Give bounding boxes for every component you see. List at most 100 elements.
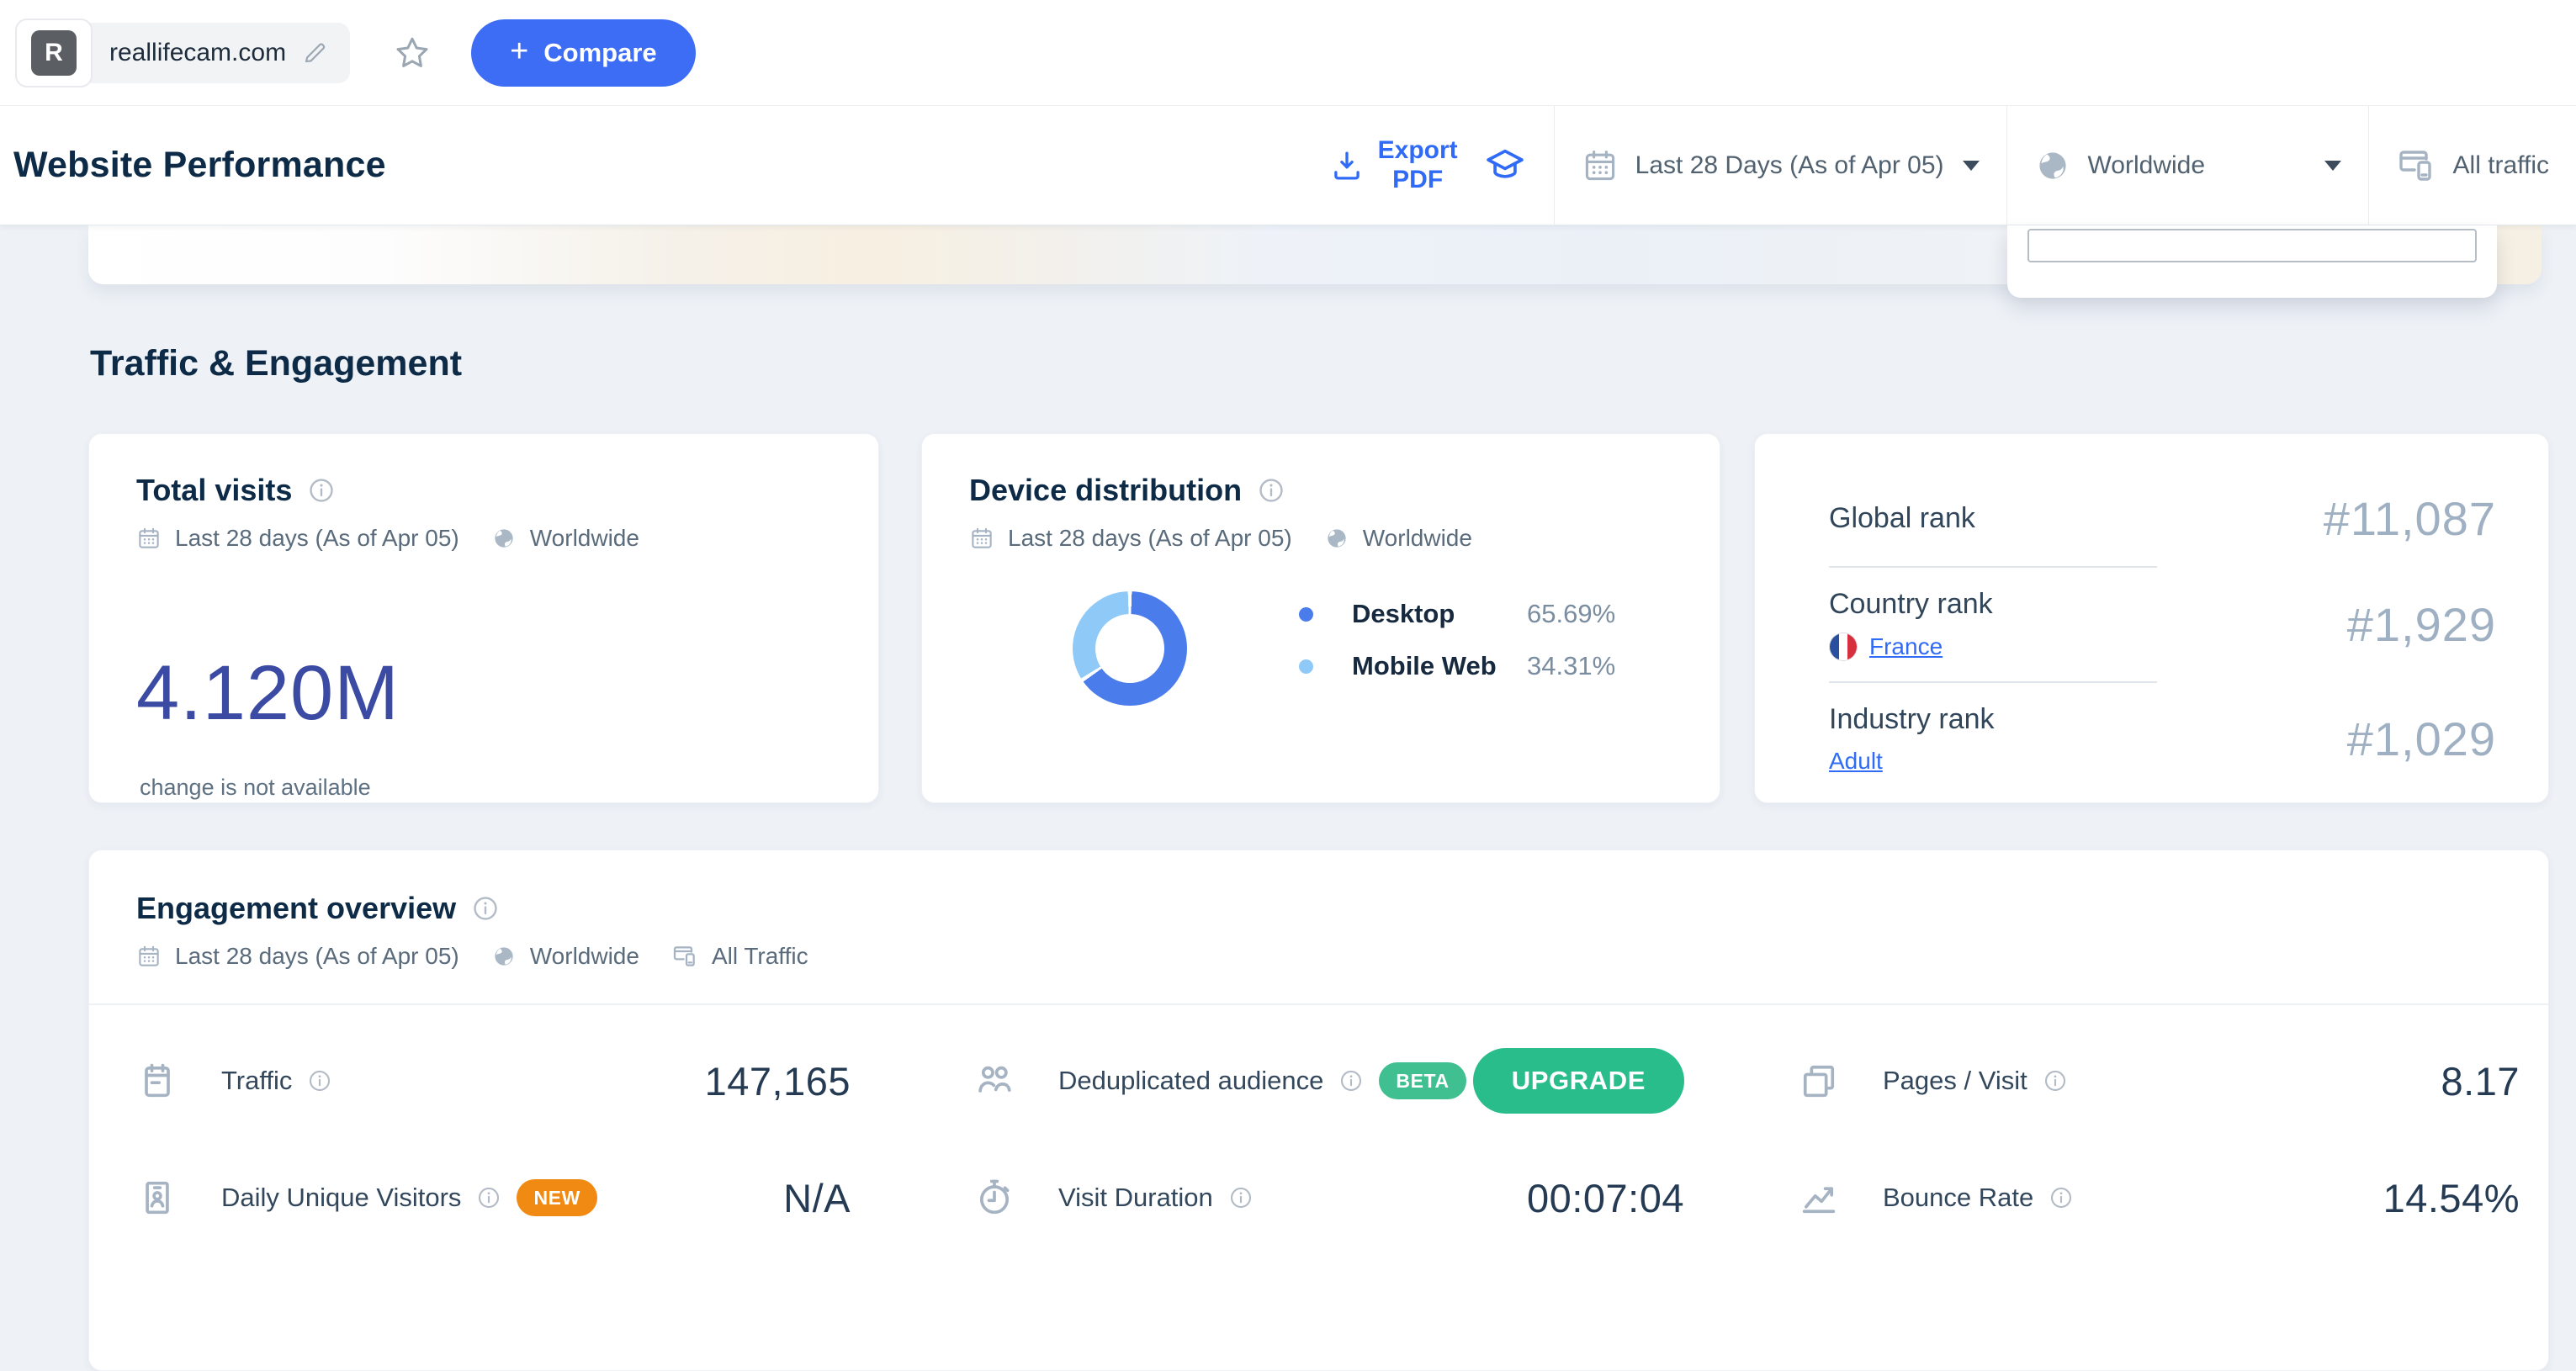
- card-region: Worldwide: [1362, 525, 1472, 551]
- export-pdf-button[interactable]: Export PDF: [1329, 136, 1458, 194]
- metric-visit-duration: Visit Duration 00:07:04: [973, 1164, 1684, 1231]
- global-rank-value: #11,087: [2323, 492, 2496, 545]
- date-range-filter[interactable]: Last 28 Days (As of Apr 05): [1553, 106, 2006, 225]
- metric-daily-unique-visitors: Daily Unique Visitors NEW N/A: [135, 1164, 851, 1231]
- metric-bounce-rate: Bounce Rate 14.54%: [1797, 1164, 2520, 1231]
- info-icon[interactable]: [1228, 1185, 1254, 1210]
- legend-value: 65.69%: [1527, 599, 1616, 628]
- date-dropdown-input[interactable]: [2027, 229, 2477, 262]
- rank-label: Country rank: [1829, 588, 1993, 620]
- total-visits-value: 4.120M: [136, 650, 400, 736]
- info-icon[interactable]: [2049, 1185, 2074, 1210]
- rank-label: Global rank: [1829, 502, 1975, 534]
- info-icon[interactable]: [471, 894, 500, 923]
- stopwatch-icon: [979, 1179, 1010, 1215]
- info-icon[interactable]: [307, 1068, 332, 1093]
- traffic-filter-value: All traffic: [2452, 151, 2549, 179]
- country-link[interactable]: France: [1869, 633, 1943, 660]
- card-traffic-scope: All Traffic: [711, 943, 808, 969]
- calendar-icon: [1585, 150, 1614, 180]
- country-rank-value: #1,929: [2346, 598, 2496, 651]
- all-traffic-icon: [2398, 150, 2431, 181]
- site-favicon-letter: R: [31, 29, 77, 76]
- users-icon: [978, 1066, 1011, 1093]
- topbar: R reallifecam.com + Compare: [0, 0, 2576, 106]
- industry-rank-row: Industry rank Adult #1,029: [1829, 683, 2496, 795]
- edit-icon[interactable]: [301, 40, 328, 66]
- site-favicon: R: [15, 18, 93, 87]
- rank-label: Industry rank: [1829, 703, 1995, 735]
- rank-card: Global rank #11,087 Country rank France …: [1754, 433, 2549, 803]
- info-icon[interactable]: [1338, 1068, 1364, 1093]
- desktop-dot: [1299, 606, 1313, 622]
- bounce-rate-icon: [1802, 1187, 1836, 1214]
- legend-row-mobile: Mobile Web 34.31%: [1299, 651, 1615, 681]
- date-dropdown-panel: [2007, 225, 2497, 298]
- metric-pages-per-visit: Pages / Visit 8.17: [1797, 1047, 2520, 1114]
- bounce-rate-value: 14.54%: [2383, 1175, 2520, 1220]
- card-region: Worldwide: [529, 525, 639, 551]
- info-icon[interactable]: [1257, 476, 1285, 505]
- plus-icon: +: [510, 33, 529, 69]
- daily-unique-visitors-value: N/A: [783, 1175, 851, 1220]
- calendar-icon: [972, 527, 992, 548]
- header-controls: Export PDF Last 28 Days (As of Apr 05) W…: [1302, 106, 2576, 225]
- calendar-icon: [139, 527, 159, 548]
- metric-traffic: Traffic 147,165: [135, 1047, 851, 1114]
- metric-label: Pages / Visit: [1883, 1066, 2027, 1095]
- download-icon: [1333, 151, 1360, 180]
- site-name: reallifecam.com: [109, 38, 287, 66]
- traffic-value: 147,165: [704, 1058, 851, 1104]
- card-date-range: Last 28 days (As of Apr 05): [175, 525, 459, 551]
- metric-label: Bounce Rate: [1883, 1183, 2034, 1212]
- visit-duration-value: 00:07:04: [1527, 1175, 1684, 1220]
- industry-link[interactable]: Adult: [1829, 748, 1883, 775]
- device-donut-chart: [1073, 591, 1187, 706]
- chevron-down-icon: [2324, 160, 2341, 171]
- traffic-filter[interactable]: All traffic: [2367, 106, 2576, 225]
- metric-deduplicated-audience: Deduplicated audience BETA UPGRADE: [973, 1047, 1684, 1114]
- country-rank-row: Country rank France #1,929: [1829, 568, 2496, 681]
- card-title: Engagement overview: [136, 891, 457, 925]
- info-icon[interactable]: [2043, 1068, 2068, 1093]
- mobile-dot: [1299, 659, 1313, 674]
- globe-icon: [2038, 151, 2066, 179]
- compare-button-label: Compare: [543, 37, 657, 67]
- favorite-star-icon[interactable]: [392, 33, 432, 73]
- card-region: Worldwide: [529, 943, 639, 969]
- export-label-line2: PDF: [1392, 165, 1444, 193]
- compare-button[interactable]: + Compare: [471, 19, 696, 87]
- engagement-metrics: Traffic 147,165 Deduplicated audience BE…: [89, 1005, 2548, 1291]
- global-rank-row: Global rank #11,087: [1829, 471, 2496, 566]
- region-value: Worldwide: [2087, 151, 2206, 179]
- industry-rank-value: #1,029: [2346, 712, 2496, 765]
- academy-icon[interactable]: [1483, 144, 1527, 188]
- calendar-icon: [139, 945, 159, 966]
- all-traffic-icon: [673, 946, 695, 966]
- globe-icon: [495, 529, 513, 548]
- legend-label: Mobile Web: [1352, 651, 1497, 680]
- legend-row-desktop: Desktop 65.69%: [1299, 599, 1615, 629]
- export-label-line1: Export: [1377, 136, 1458, 164]
- legend-value: 34.31%: [1527, 651, 1616, 680]
- section-title: Traffic & Engagement: [90, 343, 463, 384]
- traffic-metric-icon: [145, 1063, 170, 1098]
- pages-per-visit-value: 8.17: [2441, 1058, 2520, 1104]
- legend-label: Desktop: [1352, 599, 1455, 628]
- globe-icon: [495, 947, 513, 966]
- id-card-icon: [146, 1181, 169, 1215]
- device-legend: Desktop 65.69% Mobile Web 34.31%: [1299, 599, 1615, 703]
- metric-label: Deduplicated audience: [1058, 1066, 1324, 1095]
- site-selector[interactable]: R reallifecam.com: [15, 18, 351, 87]
- card-title: Device distribution: [969, 473, 1243, 507]
- globe-icon: [1328, 529, 1346, 548]
- page-header: Website Performance Export PDF Last 28 D…: [0, 106, 2576, 225]
- metric-label: Daily Unique Visitors: [221, 1183, 462, 1212]
- device-distribution-card: Device distribution Last 28 days (As of …: [921, 433, 1720, 803]
- info-icon[interactable]: [307, 476, 336, 505]
- card-date-range: Last 28 days (As of Apr 05): [175, 943, 459, 969]
- region-filter[interactable]: Worldwide: [2006, 106, 2368, 225]
- export-group: Export PDF: [1302, 106, 1554, 225]
- info-icon[interactable]: [476, 1185, 501, 1210]
- upgrade-button[interactable]: UPGRADE: [1472, 1048, 1684, 1114]
